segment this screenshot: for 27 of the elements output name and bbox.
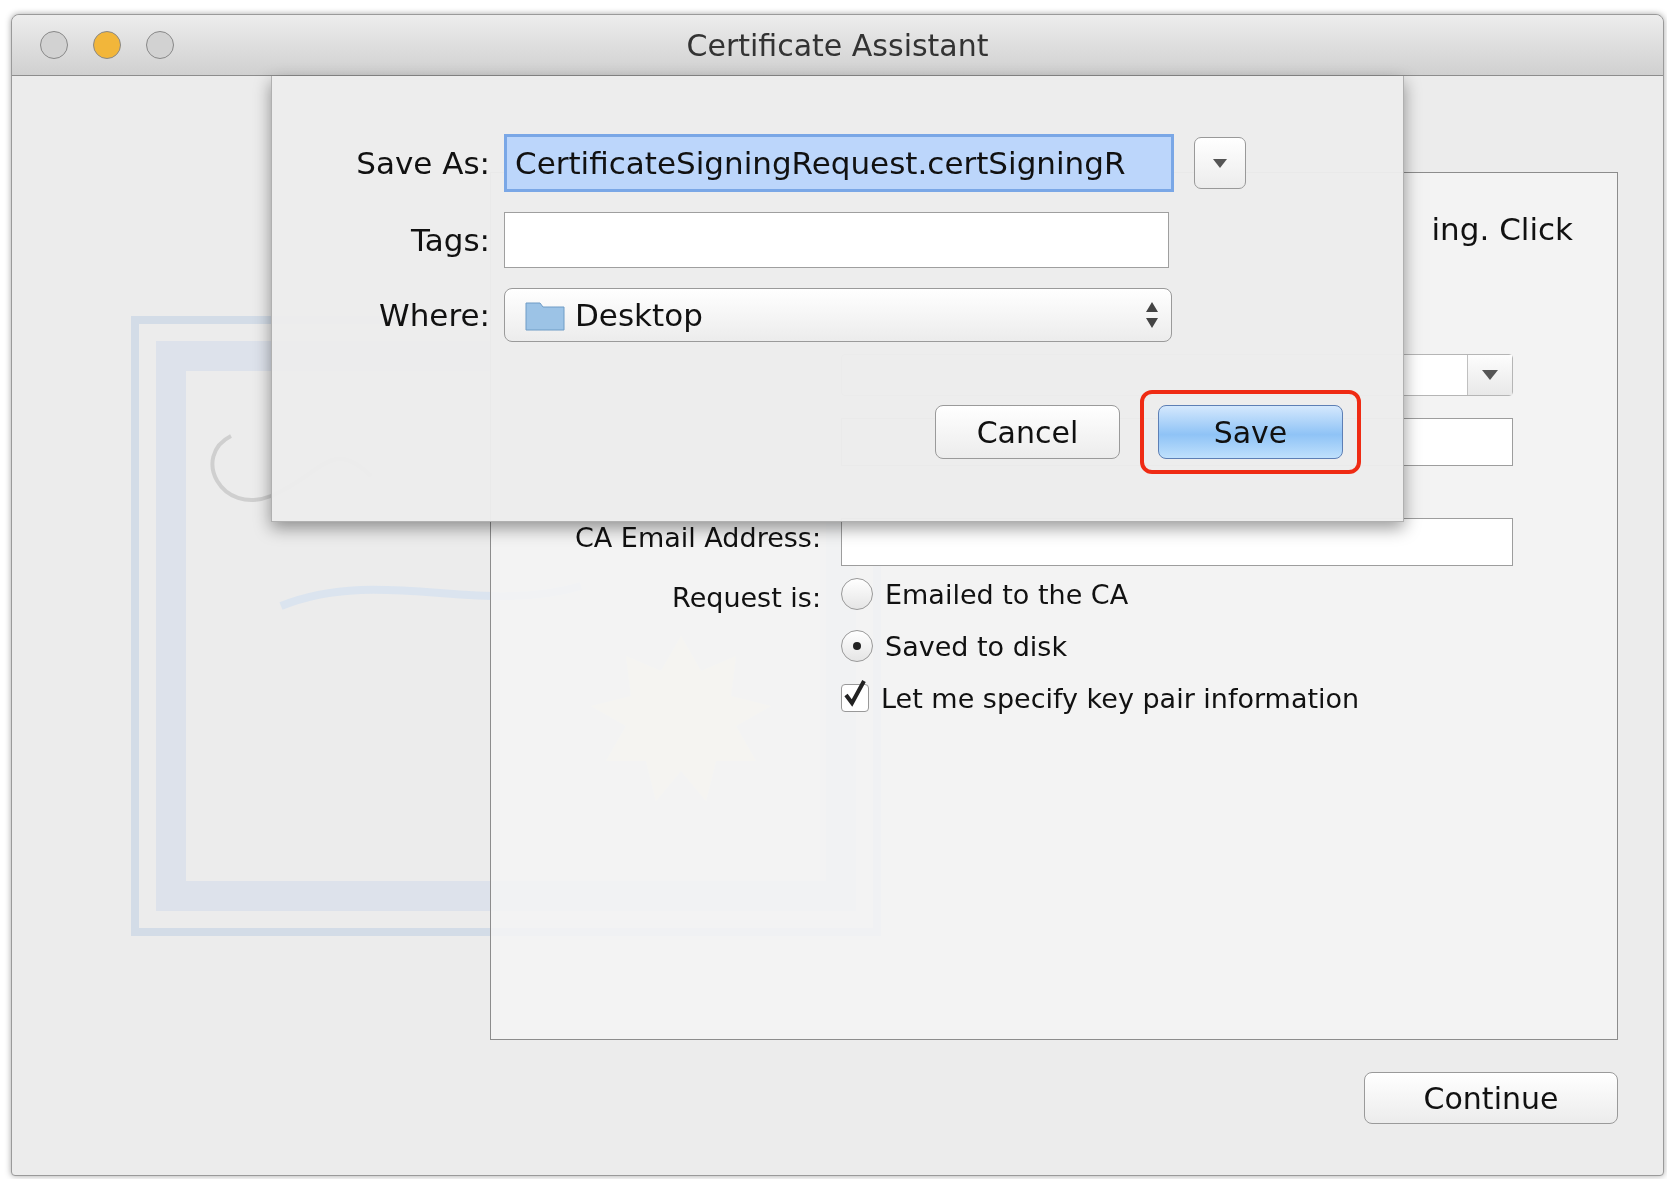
save-button[interactable]: Save xyxy=(1158,405,1343,459)
caret-icon xyxy=(1212,157,1228,169)
option-label: Saved to disk xyxy=(885,630,1068,662)
save-as-field[interactable]: CertificateSigningRequest.certSigningR xyxy=(504,134,1174,192)
window-title: Certificate Assistant xyxy=(686,27,989,63)
cancel-button[interactable]: Cancel xyxy=(935,405,1120,459)
checkbox-label: Let me specify key pair information xyxy=(881,682,1360,714)
location-popup[interactable]: Desktop xyxy=(504,288,1172,342)
field-label: Save As: xyxy=(355,145,490,181)
caret-icon xyxy=(1481,369,1499,381)
option-label: Emailed to the CA xyxy=(885,578,1129,610)
ca-email-field[interactable] xyxy=(841,518,1513,566)
tags-field[interactable] xyxy=(504,212,1169,268)
stepper-arrows-icon xyxy=(1145,300,1159,330)
field-label: CA Email Address: xyxy=(573,521,821,555)
window-control-button[interactable] xyxy=(93,31,121,59)
window-control-button[interactable] xyxy=(40,31,68,59)
folder-icon xyxy=(525,299,565,331)
field-label: Tags: xyxy=(409,222,490,258)
radio-button[interactable] xyxy=(841,630,873,662)
continue-button[interactable]: Continue xyxy=(1364,1072,1618,1124)
expand-button[interactable] xyxy=(1194,137,1246,189)
radio-button[interactable] xyxy=(841,578,873,610)
field-label: Where: xyxy=(378,297,490,333)
window-control-button[interactable] xyxy=(146,31,174,59)
field-label: Request is: xyxy=(671,581,821,615)
instruction-text: ing. Click xyxy=(1431,211,1573,249)
